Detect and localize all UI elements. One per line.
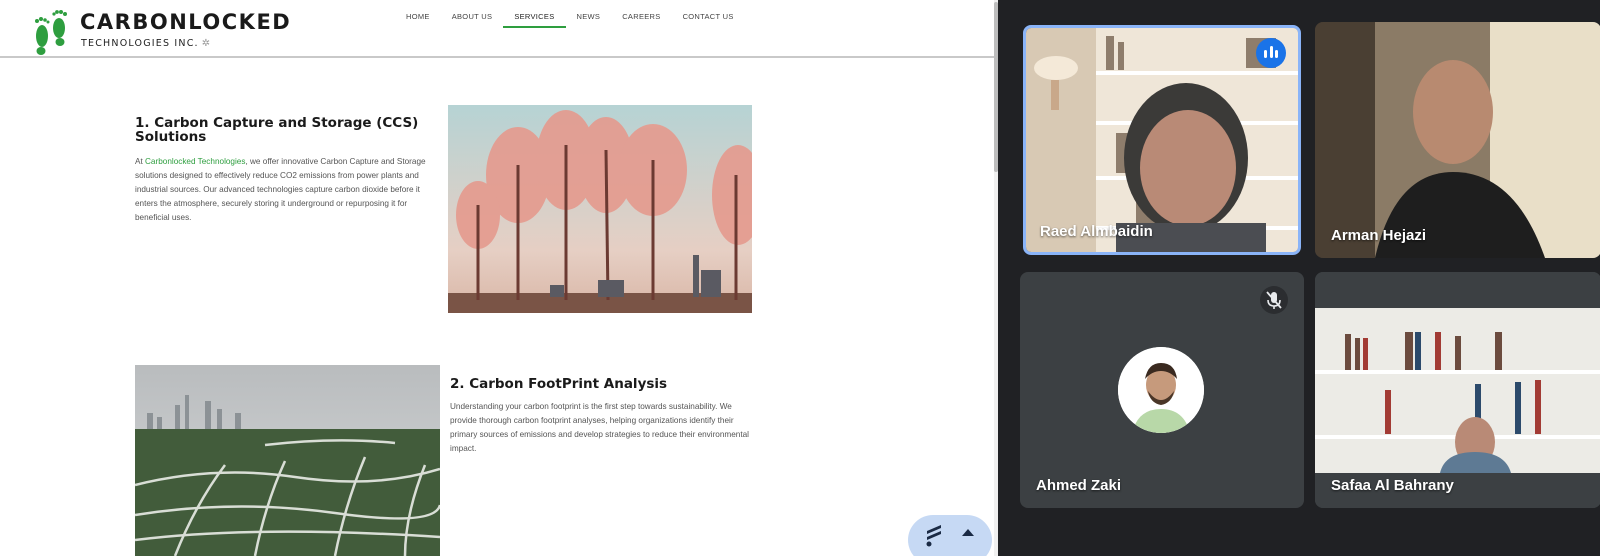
participant-name: Ahmed Zaki <box>1036 477 1122 494</box>
section-footprint-title: 2. Carbon FootPrint Analysis <box>450 376 668 392</box>
nav-contact-us[interactable]: CONTACT US <box>672 0 745 28</box>
mic-off-icon <box>1260 286 1288 314</box>
sparkle-icon: ✲ <box>201 38 212 49</box>
nav-careers[interactable]: CAREERS <box>611 0 671 28</box>
participant-name: Raed Almbaidin <box>1040 223 1153 240</box>
shared-website: CARBONLOCKED TECHNOLOGIES INC. ✲ HOME ABO… <box>0 0 998 556</box>
participant-name: Arman Hejazi <box>1331 227 1427 244</box>
nav-home[interactable]: HOME <box>395 0 441 28</box>
logo-wordmark: CARBONLOCKED <box>80 10 292 34</box>
company-logo[interactable]: CARBONLOCKED TECHNOLOGIES INC. ✲ <box>30 6 290 56</box>
participant-tile-raed[interactable]: Raed Almbaidin <box>1023 25 1301 255</box>
footprint-logo-icon <box>35 10 67 55</box>
section-ccs-title: 1. Carbon Capture and Storage (CCS) Solu… <box>135 115 419 145</box>
scrollbar-thumb[interactable] <box>994 2 998 172</box>
section-footprint-body: Understanding your carbon footprint is t… <box>450 402 749 453</box>
company-link[interactable]: Carbonlocked Technologies <box>145 157 245 166</box>
section-ccs-body: At Carbonlocked Technologies, we offer i… <box>135 157 426 222</box>
main-nav: HOME ABOUT US SERVICES NEWS CAREERS CONT… <box>395 0 745 28</box>
participant-video <box>1315 272 1600 508</box>
participant-video <box>1315 22 1600 258</box>
page-scrollbar[interactable] <box>994 0 998 556</box>
ccs-trees-image <box>448 105 752 313</box>
participant-tile-arman[interactable]: Arman Hejazi <box>1315 22 1600 258</box>
nav-about-us[interactable]: ABOUT US <box>441 0 504 28</box>
nav-news[interactable]: NEWS <box>566 0 612 28</box>
site-header: CARBONLOCKED TECHNOLOGIES INC. ✲ HOME ABO… <box>0 0 998 58</box>
participant-tile-ahmed[interactable]: Ahmed Zaki <box>1020 272 1304 508</box>
participant-tile-safaa[interactable]: Safaa Al Bahrany <box>1315 272 1600 508</box>
floating-widget-button[interactable] <box>908 515 992 556</box>
widget-logo-icon <box>926 525 941 547</box>
caret-up-icon[interactable] <box>962 529 974 536</box>
screen: CARBONLOCKED TECHNOLOGIES INC. ✲ HOME ABO… <box>0 0 1600 556</box>
participant-name: Safaa Al Bahrany <box>1331 477 1454 494</box>
nav-services[interactable]: SERVICES <box>503 0 566 28</box>
avatar <box>1118 347 1204 433</box>
logo-subtitle: TECHNOLOGIES INC. ✲ <box>81 38 212 49</box>
speaking-indicator-icon <box>1256 38 1286 68</box>
footprint-forest-city-image <box>135 365 440 556</box>
